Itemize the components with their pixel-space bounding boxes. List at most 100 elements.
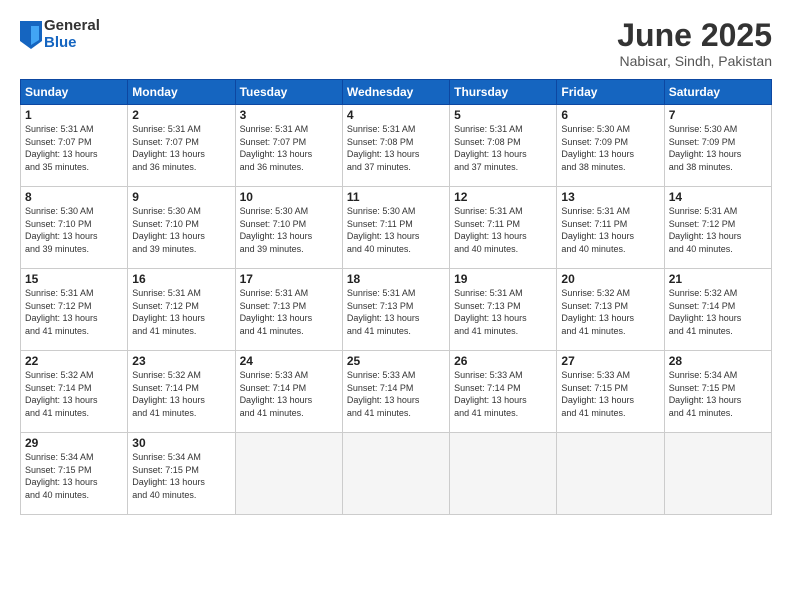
day-number: 13 xyxy=(561,190,659,204)
day-info: Sunrise: 5:31 AMSunset: 7:12 PMDaylight:… xyxy=(25,287,123,337)
calendar-day-cell xyxy=(557,433,664,515)
calendar-header-row: Sunday Monday Tuesday Wednesday Thursday… xyxy=(21,80,772,105)
col-tuesday: Tuesday xyxy=(235,80,342,105)
calendar-day-cell: 9Sunrise: 5:30 AMSunset: 7:10 PMDaylight… xyxy=(128,187,235,269)
day-info: Sunrise: 5:33 AMSunset: 7:15 PMDaylight:… xyxy=(561,369,659,419)
day-info: Sunrise: 5:32 AMSunset: 7:14 PMDaylight:… xyxy=(132,369,230,419)
day-number: 4 xyxy=(347,108,445,122)
day-info: Sunrise: 5:30 AMSunset: 7:10 PMDaylight:… xyxy=(132,205,230,255)
logo-general-text: General xyxy=(44,18,100,35)
day-number: 26 xyxy=(454,354,552,368)
col-saturday: Saturday xyxy=(664,80,771,105)
day-number: 8 xyxy=(25,190,123,204)
col-wednesday: Wednesday xyxy=(342,80,449,105)
day-number: 11 xyxy=(347,190,445,204)
calendar-day-cell: 10Sunrise: 5:30 AMSunset: 7:10 PMDayligh… xyxy=(235,187,342,269)
calendar-day-cell: 20Sunrise: 5:32 AMSunset: 7:13 PMDayligh… xyxy=(557,269,664,351)
day-number: 30 xyxy=(132,436,230,450)
calendar-day-cell: 4Sunrise: 5:31 AMSunset: 7:08 PMDaylight… xyxy=(342,105,449,187)
logo-text: General Blue xyxy=(44,18,100,51)
day-number: 16 xyxy=(132,272,230,286)
calendar-day-cell: 29Sunrise: 5:34 AMSunset: 7:15 PMDayligh… xyxy=(21,433,128,515)
calendar-week-row: 22Sunrise: 5:32 AMSunset: 7:14 PMDayligh… xyxy=(21,351,772,433)
calendar-day-cell: 12Sunrise: 5:31 AMSunset: 7:11 PMDayligh… xyxy=(450,187,557,269)
calendar-day-cell: 7Sunrise: 5:30 AMSunset: 7:09 PMDaylight… xyxy=(664,105,771,187)
location: Nabisar, Sindh, Pakistan xyxy=(617,53,772,69)
calendar-day-cell: 13Sunrise: 5:31 AMSunset: 7:11 PMDayligh… xyxy=(557,187,664,269)
col-thursday: Thursday xyxy=(450,80,557,105)
calendar-day-cell xyxy=(664,433,771,515)
day-number: 24 xyxy=(240,354,338,368)
calendar-day-cell: 27Sunrise: 5:33 AMSunset: 7:15 PMDayligh… xyxy=(557,351,664,433)
calendar-day-cell xyxy=(450,433,557,515)
day-number: 22 xyxy=(25,354,123,368)
logo: General Blue xyxy=(20,18,100,51)
calendar-day-cell: 8Sunrise: 5:30 AMSunset: 7:10 PMDaylight… xyxy=(21,187,128,269)
calendar-day-cell: 14Sunrise: 5:31 AMSunset: 7:12 PMDayligh… xyxy=(664,187,771,269)
calendar-day-cell: 16Sunrise: 5:31 AMSunset: 7:12 PMDayligh… xyxy=(128,269,235,351)
calendar-day-cell: 2Sunrise: 5:31 AMSunset: 7:07 PMDaylight… xyxy=(128,105,235,187)
day-info: Sunrise: 5:31 AMSunset: 7:08 PMDaylight:… xyxy=(347,123,445,173)
day-number: 17 xyxy=(240,272,338,286)
calendar-day-cell: 25Sunrise: 5:33 AMSunset: 7:14 PMDayligh… xyxy=(342,351,449,433)
col-monday: Monday xyxy=(128,80,235,105)
calendar-day-cell: 24Sunrise: 5:33 AMSunset: 7:14 PMDayligh… xyxy=(235,351,342,433)
col-sunday: Sunday xyxy=(21,80,128,105)
day-number: 19 xyxy=(454,272,552,286)
day-number: 21 xyxy=(669,272,767,286)
day-number: 23 xyxy=(132,354,230,368)
day-number: 1 xyxy=(25,108,123,122)
day-number: 3 xyxy=(240,108,338,122)
calendar-day-cell: 30Sunrise: 5:34 AMSunset: 7:15 PMDayligh… xyxy=(128,433,235,515)
day-info: Sunrise: 5:31 AMSunset: 7:12 PMDaylight:… xyxy=(669,205,767,255)
day-info: Sunrise: 5:31 AMSunset: 7:07 PMDaylight:… xyxy=(240,123,338,173)
day-info: Sunrise: 5:34 AMSunset: 7:15 PMDaylight:… xyxy=(25,451,123,501)
calendar-day-cell: 23Sunrise: 5:32 AMSunset: 7:14 PMDayligh… xyxy=(128,351,235,433)
month-title: June 2025 xyxy=(617,18,772,53)
day-number: 6 xyxy=(561,108,659,122)
day-info: Sunrise: 5:32 AMSunset: 7:14 PMDaylight:… xyxy=(669,287,767,337)
logo-blue-text: Blue xyxy=(44,35,100,52)
day-info: Sunrise: 5:31 AMSunset: 7:12 PMDaylight:… xyxy=(132,287,230,337)
day-number: 12 xyxy=(454,190,552,204)
calendar-day-cell: 18Sunrise: 5:31 AMSunset: 7:13 PMDayligh… xyxy=(342,269,449,351)
calendar-day-cell: 17Sunrise: 5:31 AMSunset: 7:13 PMDayligh… xyxy=(235,269,342,351)
day-info: Sunrise: 5:32 AMSunset: 7:14 PMDaylight:… xyxy=(25,369,123,419)
day-number: 5 xyxy=(454,108,552,122)
calendar-day-cell: 21Sunrise: 5:32 AMSunset: 7:14 PMDayligh… xyxy=(664,269,771,351)
day-info: Sunrise: 5:31 AMSunset: 7:07 PMDaylight:… xyxy=(132,123,230,173)
calendar-day-cell xyxy=(342,433,449,515)
day-info: Sunrise: 5:30 AMSunset: 7:09 PMDaylight:… xyxy=(561,123,659,173)
day-info: Sunrise: 5:34 AMSunset: 7:15 PMDaylight:… xyxy=(669,369,767,419)
day-number: 9 xyxy=(132,190,230,204)
page: General Blue June 2025 Nabisar, Sindh, P… xyxy=(0,0,792,612)
calendar-day-cell: 28Sunrise: 5:34 AMSunset: 7:15 PMDayligh… xyxy=(664,351,771,433)
calendar-week-row: 15Sunrise: 5:31 AMSunset: 7:12 PMDayligh… xyxy=(21,269,772,351)
day-number: 29 xyxy=(25,436,123,450)
day-number: 2 xyxy=(132,108,230,122)
day-info: Sunrise: 5:34 AMSunset: 7:15 PMDaylight:… xyxy=(132,451,230,501)
day-number: 7 xyxy=(669,108,767,122)
day-info: Sunrise: 5:33 AMSunset: 7:14 PMDaylight:… xyxy=(454,369,552,419)
day-number: 18 xyxy=(347,272,445,286)
day-info: Sunrise: 5:31 AMSunset: 7:08 PMDaylight:… xyxy=(454,123,552,173)
day-number: 28 xyxy=(669,354,767,368)
day-info: Sunrise: 5:31 AMSunset: 7:13 PMDaylight:… xyxy=(347,287,445,337)
header: General Blue June 2025 Nabisar, Sindh, P… xyxy=(20,18,772,69)
calendar-day-cell: 15Sunrise: 5:31 AMSunset: 7:12 PMDayligh… xyxy=(21,269,128,351)
day-info: Sunrise: 5:31 AMSunset: 7:13 PMDaylight:… xyxy=(454,287,552,337)
calendar-day-cell xyxy=(235,433,342,515)
day-info: Sunrise: 5:31 AMSunset: 7:07 PMDaylight:… xyxy=(25,123,123,173)
day-info: Sunrise: 5:31 AMSunset: 7:11 PMDaylight:… xyxy=(454,205,552,255)
calendar-day-cell: 3Sunrise: 5:31 AMSunset: 7:07 PMDaylight… xyxy=(235,105,342,187)
day-number: 15 xyxy=(25,272,123,286)
calendar-day-cell: 1Sunrise: 5:31 AMSunset: 7:07 PMDaylight… xyxy=(21,105,128,187)
calendar-day-cell: 19Sunrise: 5:31 AMSunset: 7:13 PMDayligh… xyxy=(450,269,557,351)
calendar-day-cell: 11Sunrise: 5:30 AMSunset: 7:11 PMDayligh… xyxy=(342,187,449,269)
day-info: Sunrise: 5:31 AMSunset: 7:11 PMDaylight:… xyxy=(561,205,659,255)
day-info: Sunrise: 5:30 AMSunset: 7:10 PMDaylight:… xyxy=(25,205,123,255)
day-info: Sunrise: 5:31 AMSunset: 7:13 PMDaylight:… xyxy=(240,287,338,337)
day-number: 20 xyxy=(561,272,659,286)
calendar-day-cell: 22Sunrise: 5:32 AMSunset: 7:14 PMDayligh… xyxy=(21,351,128,433)
day-info: Sunrise: 5:33 AMSunset: 7:14 PMDaylight:… xyxy=(347,369,445,419)
